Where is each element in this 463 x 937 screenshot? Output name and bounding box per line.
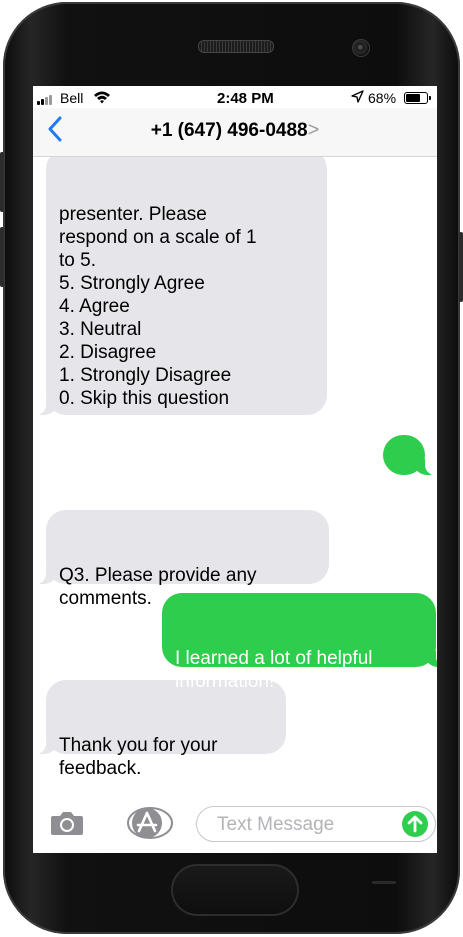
incoming-message: presenter. Please respond on a scale of … <box>34 157 327 415</box>
volume-button <box>0 227 4 287</box>
arrow-up-icon <box>407 815 423 833</box>
signal-strength-icon <box>37 95 52 105</box>
front-camera <box>352 39 370 57</box>
wifi-icon <box>93 90 111 107</box>
message-input[interactable] <box>215 812 399 838</box>
clock: 2:48 PM <box>217 90 274 107</box>
phone-frame: Bell 2:48 PM 68% +1 (647) 496-0488> pres… <box>0 2 463 934</box>
back-key[interactable] <box>372 881 396 884</box>
camera-icon[interactable] <box>50 810 84 841</box>
contact-title[interactable]: +1 (647) 496-0488> <box>33 119 437 142</box>
location-arrow-icon <box>351 90 364 106</box>
send-button[interactable] <box>402 811 428 837</box>
phone-screen: Bell 2:48 PM 68% +1 (647) 496-0488> pres… <box>33 86 437 853</box>
power-button <box>459 232 463 302</box>
conversation-header: +1 (647) 496-0488> <box>33 108 437 157</box>
message-text: Thank you for your feedback. <box>59 735 218 779</box>
compose-bar <box>33 799 437 853</box>
carrier-name: Bell <box>60 90 84 106</box>
message-thread[interactable]: presenter. Please respond on a scale of … <box>33 157 437 797</box>
chevron-right-icon[interactable]: > <box>308 119 320 141</box>
volume-button <box>0 152 4 212</box>
message-input-field[interactable] <box>196 806 436 842</box>
home-button[interactable] <box>171 864 299 916</box>
incoming-message: Q3. Please provide any comments. <box>34 510 329 609</box>
contact-number[interactable]: +1 (647) 496-0488 <box>151 120 308 141</box>
app-store-icon[interactable] <box>126 807 174 844</box>
outgoing-message: I learned a lot of helpful information! <box>162 593 437 692</box>
status-bar: Bell 2:48 PM 68% <box>33 86 437 108</box>
earpiece-speaker <box>198 40 274 53</box>
message-text: presenter. Please respond on a scale of … <box>59 204 257 409</box>
message-text: 5 <box>398 490 410 511</box>
battery-icon <box>404 92 431 104</box>
outgoing-message: 5 <box>383 435 437 511</box>
battery-percentage: 68% <box>368 90 397 106</box>
message-text: I learned a lot of helpful information! <box>175 648 373 692</box>
